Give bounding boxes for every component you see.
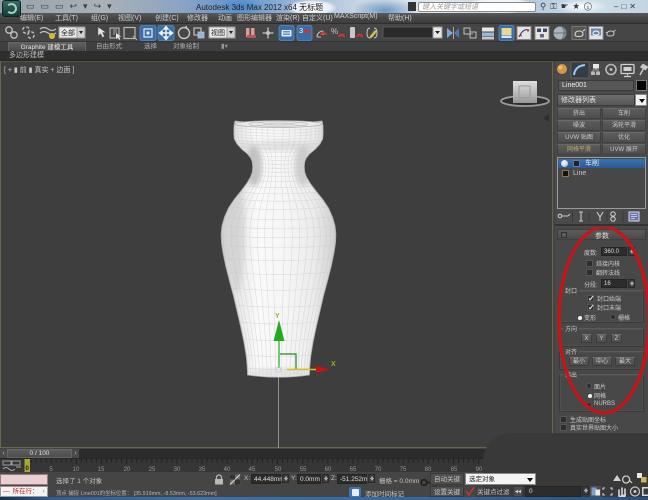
svg-text:3: 3 xyxy=(299,26,303,35)
svg-text:视图: 视图 xyxy=(211,28,225,37)
svg-text:%: % xyxy=(331,27,338,36)
svg-text:全部: 全部 xyxy=(61,28,75,37)
svg-text:0: 0 xyxy=(25,465,29,472)
svg-text:Y: Y xyxy=(275,313,280,320)
svg-text:X: X xyxy=(331,361,336,368)
